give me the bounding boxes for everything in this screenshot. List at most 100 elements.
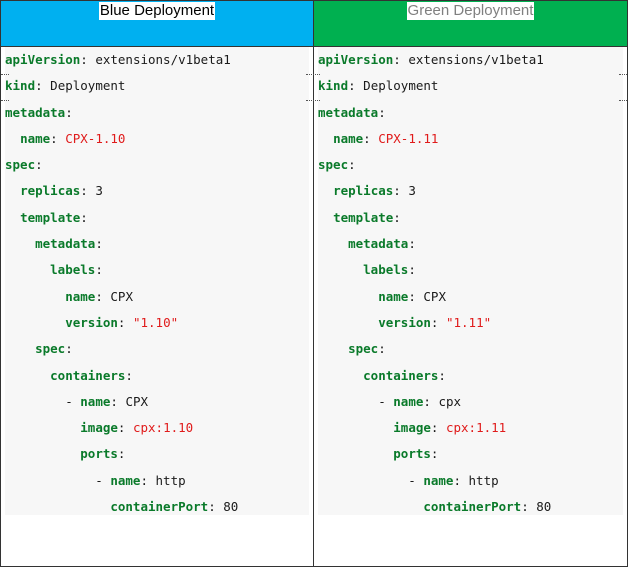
yaml-value: Deployment	[363, 78, 439, 94]
yaml-indent	[318, 131, 333, 146]
yaml-indent	[5, 131, 20, 146]
yaml-indent	[5, 210, 20, 225]
yaml-separator: :	[430, 314, 446, 330]
yaml-key: name	[20, 130, 51, 146]
yaml-line: - name: cpx	[318, 389, 623, 415]
yaml-value: CPX-1.10	[65, 130, 126, 146]
yaml-indent	[318, 420, 393, 435]
yaml-value: cpx:1.10	[132, 420, 194, 436]
yaml-value: 80	[536, 499, 552, 515]
yaml-value: extensions/v1beta1	[95, 52, 231, 67]
yaml-indent	[318, 183, 333, 198]
yaml-separator: :	[35, 157, 43, 173]
yaml-separator: :	[453, 472, 469, 488]
yaml-indent: -	[318, 393, 394, 409]
yaml-key: template	[333, 209, 394, 225]
yaml-value: Deployment	[50, 78, 126, 94]
yaml-key: name	[65, 288, 96, 304]
yaml-indent	[318, 315, 378, 330]
yaml-line: - name: CPX	[5, 389, 309, 415]
yaml-key: ports	[80, 446, 118, 462]
yaml-line: labels:	[318, 257, 623, 283]
row-divider	[619, 74, 627, 75]
yaml-line: - name: http	[318, 468, 623, 494]
yaml-separator: :	[378, 341, 386, 357]
yaml-line: metadata:	[5, 231, 309, 257]
yaml-key: image	[393, 420, 431, 436]
yaml-key: metadata	[318, 104, 379, 120]
yaml-key: kind	[318, 78, 349, 94]
yaml-value: CPX	[423, 288, 446, 304]
yaml-indent	[318, 341, 348, 356]
yaml-line: replicas: 3	[5, 178, 309, 204]
yaml-separator: :	[65, 104, 73, 120]
yaml-line: containerPort: 80	[5, 494, 309, 520]
blue-deployment-title: Blue Deployment	[98, 2, 216, 20]
yaml-line: metadata:	[318, 231, 623, 257]
yaml-separator: :	[140, 472, 156, 488]
yaml-line: name: CPX	[318, 284, 623, 310]
yaml-value: CPX	[110, 288, 133, 304]
yaml-key: image	[80, 420, 118, 436]
yaml-separator: :	[80, 52, 96, 67]
yaml-key: template	[20, 209, 81, 225]
yaml-key: containers	[50, 367, 126, 383]
yaml-value: 80	[223, 499, 239, 515]
yaml-line: image: cpx:1.10	[5, 415, 309, 441]
yaml-indent: -	[318, 472, 424, 488]
yaml-indent: -	[5, 393, 81, 409]
yaml-line: ports:	[318, 441, 623, 467]
yaml-line: spec:	[5, 152, 309, 178]
row-divider	[306, 100, 320, 101]
yaml-key: apiVersion	[318, 52, 394, 67]
yaml-indent	[318, 262, 363, 277]
yaml-key: name	[393, 393, 424, 409]
yaml-separator: :	[408, 288, 424, 304]
yaml-key: spec	[35, 341, 66, 357]
row-divider	[1, 100, 9, 101]
yaml-key: name	[333, 130, 364, 146]
yaml-key: name	[110, 472, 141, 488]
yaml-line: labels:	[5, 257, 309, 283]
yaml-indent	[318, 289, 378, 304]
yaml-indent	[5, 341, 35, 356]
deployment-comparison-table: Blue Deployment apiVersion: extensions/v…	[0, 0, 628, 567]
yaml-separator: :	[125, 367, 133, 383]
yaml-line: spec:	[318, 336, 623, 362]
yaml-separator: :	[393, 52, 409, 67]
yaml-separator: :	[393, 209, 401, 225]
yaml-indent	[5, 420, 80, 435]
yaml-separator: :	[408, 236, 416, 252]
yaml-line: containerPort: 80	[318, 494, 623, 520]
row-divider	[619, 100, 627, 101]
yaml-value: http	[155, 472, 186, 488]
green-deployment-column: Green Deployment apiVersion: extensions/…	[314, 1, 627, 566]
yaml-value: 3	[408, 183, 416, 199]
yaml-indent	[5, 446, 80, 461]
yaml-indent	[318, 446, 393, 461]
yaml-value: cpx	[438, 393, 462, 409]
green-deployment-header: Green Deployment	[314, 1, 627, 47]
yaml-key: version	[65, 314, 118, 330]
yaml-key: kind	[5, 78, 36, 94]
yaml-value: "1.10"	[132, 314, 179, 330]
yaml-key: name	[423, 472, 454, 488]
yaml-indent	[5, 315, 65, 330]
yaml-line: containers:	[5, 363, 309, 389]
yaml-separator: :	[95, 288, 111, 304]
yaml-separator: :	[95, 262, 103, 278]
yaml-value: CPX	[125, 393, 149, 409]
yaml-separator: :	[117, 314, 133, 330]
yaml-indent	[5, 236, 35, 251]
yaml-line: spec:	[318, 152, 623, 178]
yaml-indent	[318, 210, 333, 225]
yaml-line: apiVersion: extensions/v1beta1	[318, 47, 623, 73]
yaml-indent	[318, 368, 363, 383]
yaml-indent	[5, 289, 65, 304]
yaml-separator: :	[50, 130, 66, 146]
yaml-separator: :	[65, 341, 73, 357]
yaml-separator: :	[393, 183, 409, 199]
yaml-indent	[5, 499, 110, 514]
yaml-key: containerPort	[423, 499, 522, 515]
yaml-line: name: CPX	[5, 284, 309, 310]
